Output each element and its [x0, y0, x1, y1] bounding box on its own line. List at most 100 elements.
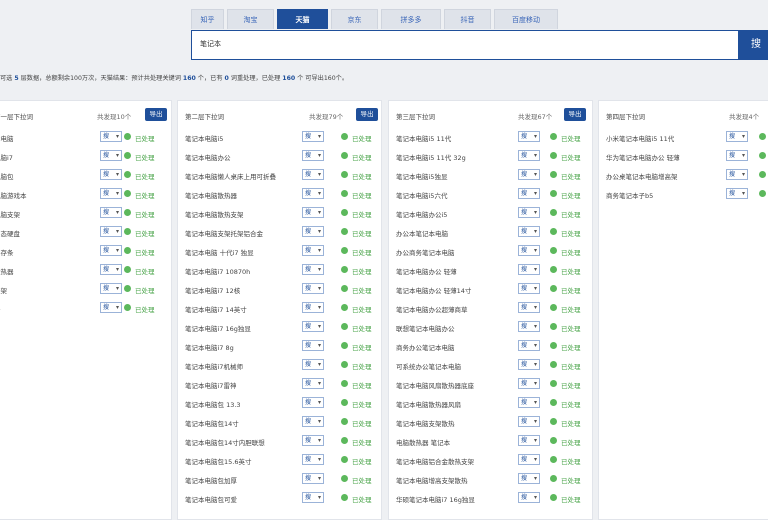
keyword-text[interactable]: 笔记本电脑支架散热: [396, 418, 455, 428]
tab-1[interactable]: 淘宝: [227, 9, 274, 29]
search-engine-select[interactable]: 搜: [302, 150, 324, 161]
search-engine-select[interactable]: 搜: [100, 150, 122, 161]
search-engine-select[interactable]: 搜: [100, 207, 122, 218]
keyword-text[interactable]: 笔记本电脑办公超薄商草: [396, 304, 468, 314]
keyword-text[interactable]: 笔记本电脑办公 轻薄14寸: [396, 285, 471, 295]
search-engine-select[interactable]: 搜: [518, 188, 540, 199]
search-engine-select[interactable]: 搜: [100, 131, 122, 142]
search-engine-select[interactable]: 搜: [100, 283, 122, 294]
keyword-text[interactable]: 散热器: [0, 266, 14, 276]
search-engine-select[interactable]: 搜: [518, 435, 540, 446]
search-engine-select[interactable]: 搜: [302, 302, 324, 313]
search-engine-select[interactable]: 搜: [100, 245, 122, 256]
search-engine-select[interactable]: 搜: [302, 283, 324, 294]
search-engine-select[interactable]: 搜: [518, 150, 540, 161]
search-engine-select[interactable]: 搜: [302, 131, 324, 142]
keyword-text[interactable]: 笔记本电脑包14寸: [185, 418, 239, 428]
keyword-text[interactable]: 小米笔记本电脑i5 11代: [606, 133, 674, 143]
keyword-text[interactable]: 笔记本电脑懒人桌床上用可折叠: [185, 171, 276, 181]
search-engine-select[interactable]: 搜: [302, 245, 324, 256]
search-engine-select[interactable]: 搜: [302, 169, 324, 180]
keyword-text[interactable]: 笔记本电脑i5 11代 32g: [396, 152, 466, 162]
keyword-text[interactable]: 笔记本电脑包加厚: [185, 475, 237, 485]
keyword-text[interactable]: 本电脑: [0, 133, 14, 143]
keyword-text[interactable]: 电脑i7: [0, 152, 13, 162]
search-engine-select[interactable]: 搜: [302, 416, 324, 427]
keyword-text[interactable]: 笔记本电脑包可爱: [185, 494, 237, 504]
search-engine-select[interactable]: 搜: [518, 473, 540, 484]
search-engine-select[interactable]: 搜: [302, 378, 324, 389]
tab-2[interactable]: 天猫: [277, 9, 328, 29]
keyword-text[interactable]: 电脑游戏本: [0, 190, 27, 200]
keyword-text[interactable]: 笔记本电脑i7 10870h: [185, 266, 250, 276]
keyword-text[interactable]: 笔记本电脑包14寸内胆联想: [185, 437, 265, 447]
search-engine-select[interactable]: 搜: [302, 454, 324, 465]
keyword-text[interactable]: 笔记本电脑支架托架铝合金: [185, 228, 263, 238]
keyword-text[interactable]: 办公桌笔记本电脑增高架: [606, 171, 678, 181]
search-engine-select[interactable]: 搜: [302, 188, 324, 199]
search-engine-select[interactable]: 搜: [100, 302, 122, 313]
search-engine-select[interactable]: 搜: [518, 302, 540, 313]
keyword-text[interactable]: 内存条: [0, 247, 14, 257]
search-engine-select[interactable]: 搜: [518, 378, 540, 389]
keyword-text[interactable]: 笔记本电脑风扇散热器底座: [396, 380, 474, 390]
search-engine-select[interactable]: 搜: [302, 264, 324, 275]
tab-0[interactable]: 知乎: [191, 9, 224, 29]
keyword-text[interactable]: 笔记本电脑i7 16g独显: [185, 323, 251, 333]
tab-4[interactable]: 拼多多: [381, 9, 441, 29]
keyword-text[interactable]: 联想笔记本电脑办公: [396, 323, 455, 333]
search-engine-select[interactable]: 搜: [518, 492, 540, 503]
search-engine-select[interactable]: 搜: [726, 150, 748, 161]
search-engine-select[interactable]: 搜: [302, 397, 324, 408]
keyword-text[interactable]: 笔记本电脑i5: [185, 133, 223, 143]
keyword-text[interactable]: 可系统办公笔记本电脑: [396, 361, 461, 371]
keyword-text[interactable]: 笔记本电脑散热器: [185, 190, 237, 200]
keyword-text[interactable]: 办公本笔记本电脑: [396, 228, 448, 238]
search-engine-select[interactable]: 搜: [100, 169, 122, 180]
keyword-text[interactable]: 华为笔记本电脑办公 轻薄: [606, 152, 680, 162]
keyword-text[interactable]: 华硕笔记本电脑i7 16g独显: [396, 494, 475, 504]
export-button[interactable]: 导出: [356, 108, 378, 121]
keyword-text[interactable]: 电脑包: [0, 171, 14, 181]
keyword-text[interactable]: 笔记本电脑铝合金散热支架: [396, 456, 474, 466]
tab-5[interactable]: 抖音: [444, 9, 491, 29]
search-engine-select[interactable]: 搜: [518, 131, 540, 142]
keyword-text[interactable]: 商务笔记本子b5: [606, 190, 653, 200]
search-engine-select[interactable]: 搜: [726, 188, 748, 199]
keyword-text[interactable]: 笔记本电脑i5独显: [396, 171, 447, 181]
keyword-text[interactable]: 笔记本电脑散热支架: [185, 209, 244, 219]
keyword-text[interactable]: 支架: [0, 285, 7, 295]
keyword-text[interactable]: 笔记本电脑i5 11代: [396, 133, 451, 143]
keyword-text[interactable]: 笔记本电脑i5六代: [396, 190, 447, 200]
keyword-text[interactable]: 电脑支架: [0, 209, 20, 219]
keyword-text[interactable]: 笔记本电脑增高支架散热: [396, 475, 468, 485]
search-engine-select[interactable]: 搜: [518, 454, 540, 465]
search-engine-select[interactable]: 搜: [518, 169, 540, 180]
search-engine-select[interactable]: 搜: [302, 321, 324, 332]
search-engine-select[interactable]: 搜: [302, 435, 324, 446]
keyword-text[interactable]: 笔记本电脑包15.6英寸: [185, 456, 251, 466]
keyword-text[interactable]: 笔记本电脑i7机械师: [185, 361, 243, 371]
search-engine-select[interactable]: 搜: [100, 226, 122, 237]
keyword-text[interactable]: 笔记本电脑i7 12核: [185, 285, 240, 295]
export-button[interactable]: 导出: [145, 108, 167, 121]
search-engine-select[interactable]: 搜: [518, 397, 540, 408]
keyword-text[interactable]: 笔记本电脑i7 8g: [185, 342, 234, 352]
keyword-text[interactable]: 笔记本电脑i7雷神: [185, 380, 236, 390]
search-engine-select[interactable]: 搜: [518, 321, 540, 332]
keyword-text[interactable]: 固态硬盘: [0, 228, 20, 238]
keyword-text[interactable]: 商务办公笔记本电脑: [396, 342, 455, 352]
tab-3[interactable]: 京东: [331, 9, 378, 29]
search-button[interactable]: 搜: [739, 30, 768, 60]
keyword-text[interactable]: 办公商务笔记本电脑: [396, 247, 455, 257]
keyword-text[interactable]: 笔记本电脑包 13.3: [185, 399, 241, 409]
search-engine-select[interactable]: 搜: [302, 207, 324, 218]
search-input[interactable]: 笔记本: [191, 30, 739, 60]
search-engine-select[interactable]: 搜: [726, 169, 748, 180]
keyword-text[interactable]: 笔记本电脑散热器风扇: [396, 399, 461, 409]
search-engine-select[interactable]: 搜: [518, 264, 540, 275]
keyword-text[interactable]: 笔记本电脑i7 14英寸: [185, 304, 247, 314]
search-engine-select[interactable]: 搜: [518, 359, 540, 370]
search-engine-select[interactable]: 搜: [302, 226, 324, 237]
search-engine-select[interactable]: 搜: [302, 359, 324, 370]
